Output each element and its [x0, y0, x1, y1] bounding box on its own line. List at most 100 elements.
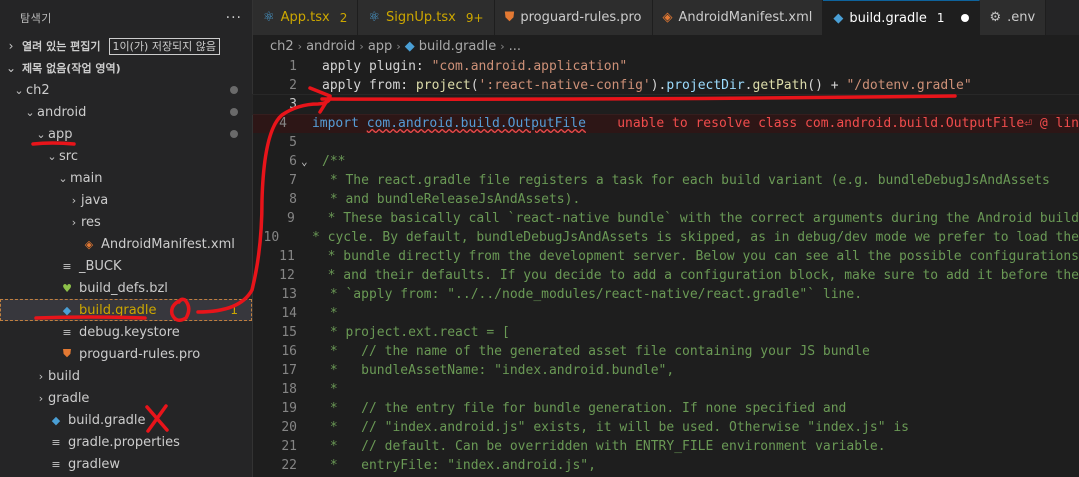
line-number: 11 — [279, 249, 295, 264]
code-token: * entryFile: "index.android.js", — [322, 458, 596, 473]
breadcrumb-item[interactable]: ch2 — [270, 39, 294, 54]
code-content: * cycle. By default, bundleDebugJsAndAss… — [279, 230, 1079, 245]
chevron-right-icon: › — [38, 391, 44, 405]
code-content: * These basically call `react-native bun… — [295, 211, 1079, 226]
line-number: 6 — [289, 154, 297, 169]
code-line[interactable]: 21 * // default. Can be overridden with … — [253, 437, 1079, 456]
code-line[interactable]: 9 * These basically call `react-native b… — [253, 209, 1079, 228]
editor-tab[interactable]: ⛊ proguard-rules.pro — [494, 0, 653, 35]
fold-chevron-icon[interactable]: ⌄ — [301, 155, 308, 168]
editor-tab[interactable]: ◈ AndroidManifest.xml — [652, 0, 824, 35]
code-line[interactable]: 4 import com.android.build.OutputFile una… — [253, 114, 1079, 133]
unsaved-dot-icon[interactable] — [960, 14, 969, 22]
code-line[interactable]: 13 * `apply from: "../../node_modules/re… — [253, 285, 1079, 304]
tree-item[interactable]: › gradle — [0, 387, 252, 409]
code-content: * project.ext.react = [ — [297, 325, 510, 340]
gradle-icon: ◆ — [833, 10, 844, 26]
tree-item[interactable]: ≡ debug.keystore — [0, 321, 252, 343]
code-line[interactable]: 2 apply from: project(':react-native-conf… — [253, 76, 1079, 95]
code-line[interactable]: 14 * — [253, 304, 1079, 323]
xml-icon: ◈ — [84, 237, 94, 251]
tree-item[interactable]: ⌄ ch2 — [0, 79, 252, 101]
line-number: 14 — [281, 306, 297, 321]
tree-item-label: res — [81, 214, 101, 230]
code-content: * bundleAssetName: "index.android.bundle… — [297, 363, 674, 378]
workspace-section[interactable]: ⌄ 제목 없음(작업 영역) — [0, 57, 252, 79]
more-actions-icon[interactable]: ··· — [226, 10, 242, 26]
code-content: * // the name of the generated asset fil… — [297, 344, 870, 359]
editor-tabs: ⚛ App.tsx 2 ⚛ SignUp.tsx 9+ ⛊ proguard-rules.pr… — [253, 0, 1079, 35]
code-line[interactable]: 22 * entryFile: "index.android.js", — [253, 456, 1079, 475]
code-token: ). — [650, 78, 667, 93]
code-token: * bundle directly from the development s… — [319, 249, 1079, 264]
line-number: 4 — [279, 116, 287, 131]
line-number: 19 — [281, 401, 297, 416]
tree-item[interactable]: ◆ build.gradle — [0, 409, 252, 431]
editor-tab[interactable]: ⚛ App.tsx 2 — [253, 0, 359, 35]
code-content: * and bundleReleaseJsAndAssets). — [297, 192, 580, 207]
code-line[interactable]: 6 ⌄ /** — [253, 152, 1079, 171]
breadcrumb-separator-icon: › — [359, 39, 364, 53]
code-line[interactable]: 1 apply plugin: "com.android.application" — [253, 57, 1079, 76]
chevron-down-icon: ⌄ — [14, 83, 24, 97]
code-token: getPath — [752, 78, 808, 93]
chevron-down-icon: ⌄ — [5, 61, 17, 75]
settings-icon: ⚛ — [263, 10, 275, 25]
editor-tab[interactable]: ⚙ .env — [979, 0, 1047, 35]
tree-item[interactable]: ⌄ android — [0, 101, 252, 123]
tree-item[interactable]: ⌄ app — [0, 123, 252, 145]
editor-tab[interactable]: ◆ build.gradle 1 — [823, 0, 980, 35]
code-editor[interactable]: 1 apply plugin: "com.android.application"… — [252, 57, 1079, 477]
code-line[interactable]: 17 * bundleAssetName: "index.android.bun… — [253, 361, 1079, 380]
code-content: * `apply from: "../../node_modules/react… — [297, 287, 862, 302]
tree-item-label: build.gradle — [79, 302, 157, 318]
code-token: "com.android.application" — [431, 59, 628, 74]
tree-item[interactable]: › build — [0, 365, 252, 387]
code-token: "/dotenv.gradle" — [846, 78, 972, 93]
code-token: projectDir — [666, 78, 745, 93]
open-editors-section[interactable]: › 열려 있는 편집기 1이(가) 저장되지 않음 — [0, 35, 252, 57]
code-line[interactable]: 5 — [253, 133, 1079, 152]
tree-item[interactable]: ⌄ src — [0, 145, 252, 167]
line-number: 18 — [281, 382, 297, 397]
code-line[interactable]: 18 * — [253, 380, 1079, 399]
editor-tab[interactable]: ⚛ SignUp.tsx 9+ — [358, 0, 495, 35]
code-line[interactable]: 11 * bundle directly from the developmen… — [253, 247, 1079, 266]
tree-item[interactable]: ≡ gradle.properties — [0, 431, 252, 453]
tree-item[interactable]: ◈ AndroidManifest.xml — [0, 233, 252, 255]
tree-item[interactable]: ≡ gradlew — [0, 453, 252, 475]
code-line[interactable]: 7 * The react.gradle file registers a ta… — [253, 171, 1079, 190]
tree-item[interactable]: ⛊ proguard-rules.pro — [0, 343, 252, 365]
breadcrumb-item[interactable]: app — [368, 39, 392, 54]
breadcrumb-separator-icon: › — [396, 39, 401, 53]
code-line[interactable]: 10 * cycle. By default, bundleDebugJsAnd… — [253, 228, 1079, 247]
explorer-sidebar: 탐색기 ··· › 열려 있는 편집기 1이(가) 저장되지 않음 ⌄ 제목 없… — [0, 0, 253, 477]
breadcrumb-item[interactable]: build.gradle — [419, 39, 497, 54]
code-line[interactable]: 19 * // the entry file for bundle genera… — [253, 399, 1079, 418]
file-icon: ≡ — [62, 259, 72, 273]
code-line[interactable]: 12 * and their defaults. If you decide t… — [253, 266, 1079, 285]
code-line[interactable]: 16 * // the name of the generated asset … — [253, 342, 1079, 361]
tree-item[interactable]: ◆ build.gradle 1 — [0, 299, 252, 321]
code-content: * // "index.android.js" exists, it will … — [297, 420, 909, 435]
code-line[interactable]: 20 * // "index.android.js" exists, it wi… — [253, 418, 1079, 437]
file-icon: ≡ — [51, 435, 61, 449]
code-token: * The react.gradle file registers a task… — [322, 173, 1050, 188]
tree-item[interactable]: ≡ _BUCK — [0, 255, 252, 277]
tab-problem-badge: 2 — [339, 10, 348, 25]
breadcrumb-item[interactable]: ... — [509, 39, 521, 54]
code-line[interactable]: 3 — [252, 94, 1079, 115]
shield-icon: ⛊ — [504, 10, 515, 25]
chevron-down-icon: ⌄ — [25, 105, 35, 119]
breadcrumb-item[interactable]: android — [306, 39, 355, 54]
tree-item[interactable]: ♥ build_defs.bzl — [0, 277, 252, 299]
code-token: * // the name of the generated asset fil… — [322, 344, 870, 359]
tree-item[interactable]: › res — [0, 211, 252, 233]
tree-item[interactable]: › java — [0, 189, 252, 211]
tree-item[interactable]: ⌄ main — [0, 167, 252, 189]
code-line[interactable]: 8 * and bundleReleaseJsAndAssets). — [253, 190, 1079, 209]
code-content: apply plugin: "com.android.application" — [297, 59, 627, 74]
file-tree: ⌄ ch2 ⌄ android ⌄ app ⌄ src ⌄ main › java › res ◈ Andro… — [0, 79, 252, 475]
tree-item-label: build_defs.bzl — [79, 280, 168, 296]
code-line[interactable]: 15 * project.ext.react = [ — [253, 323, 1079, 342]
